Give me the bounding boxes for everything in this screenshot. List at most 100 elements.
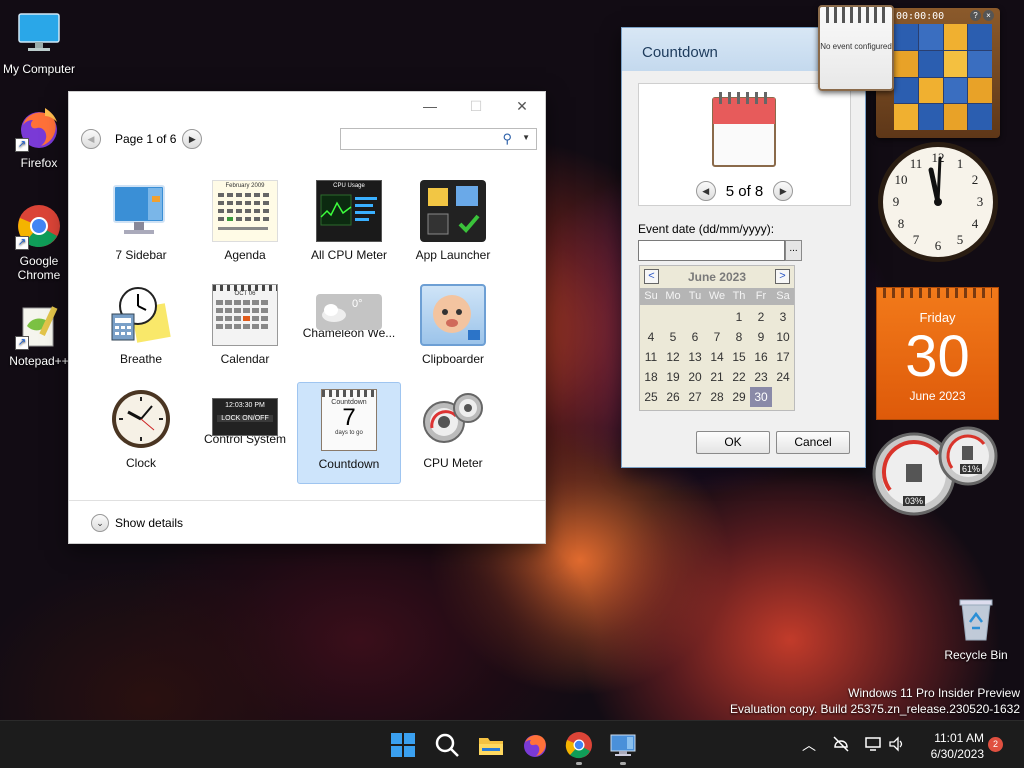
calendar-day[interactable]: 28: [706, 387, 728, 407]
calendar-day[interactable]: 10: [772, 327, 794, 347]
countdown-settings-dialog: Countdown ◀ 5 of 8 ▶ Event date (dd/mm/y…: [621, 27, 866, 468]
countdown-calendar-icon: Countdown 7 days to go: [321, 389, 377, 451]
calendar-day[interactable]: 17: [772, 347, 794, 367]
gadget-search-input[interactable]: ⚲ ▼: [340, 128, 537, 150]
help-icon[interactable]: ?: [970, 10, 981, 21]
calendar-day[interactable]: 21: [706, 367, 728, 387]
calendar-day[interactable]: 30: [750, 387, 772, 407]
close-button[interactable]: ✕: [499, 92, 545, 120]
date-picker-calendar: < June 2023 > Su Mo Tu We Th Fr Sa 1 2 3 4 5 6 7 8 9 10…: [639, 265, 795, 411]
calendar-day[interactable]: 26: [662, 387, 684, 407]
prev-theme-button[interactable]: ◀: [695, 181, 716, 201]
calendar-day[interactable]: 3: [772, 307, 794, 327]
file-explorer-icon[interactable]: [476, 730, 506, 760]
desktop-icon-label: Firefox: [20, 156, 58, 170]
gadget-tile-breathe[interactable]: Breathe: [89, 278, 193, 380]
prev-page-button[interactable]: ◀: [81, 129, 101, 149]
clock-icon: [108, 388, 174, 450]
calendar-day[interactable]: 19: [662, 367, 684, 387]
gadget-tile-clock[interactable]: Clock: [89, 382, 193, 484]
event-date-input[interactable]: [638, 240, 785, 261]
calendar-day[interactable]: 23: [750, 367, 772, 387]
calendar-day[interactable]: 7: [706, 327, 728, 347]
gadget-tile-clipboarder[interactable]: Clipboarder: [401, 278, 505, 380]
search-icon[interactable]: [432, 730, 462, 760]
calendar-day-number: 30: [905, 324, 970, 389]
next-month-button[interactable]: >: [775, 269, 790, 284]
gadgets-app-icon[interactable]: [608, 730, 638, 765]
calendar-day[interactable]: 29: [728, 387, 750, 407]
next-theme-button[interactable]: ▶: [773, 181, 794, 201]
weekday-label: Su: [644, 290, 658, 302]
maximize-button[interactable]: ☐: [453, 92, 499, 120]
gadget-tile-7-sidebar[interactable]: 7 Sidebar: [89, 174, 193, 276]
calendar-day[interactable]: 25: [640, 387, 662, 407]
search-icon[interactable]: ⚲: [502, 131, 512, 147]
calendar-day[interactable]: 16: [750, 347, 772, 367]
calendar-day[interactable]: 18: [640, 367, 662, 387]
calendar-day[interactable]: 22: [728, 367, 750, 387]
display-icon[interactable]: [864, 735, 882, 756]
volume-icon[interactable]: [888, 735, 906, 756]
chevron-down-icon[interactable]: ⌄: [91, 513, 109, 532]
close-icon[interactable]: ×: [983, 10, 994, 21]
chrome-icon[interactable]: [564, 730, 594, 765]
gadget-tile-agenda[interactable]: February 2009 Agenda: [193, 174, 297, 276]
firefox-icon[interactable]: [520, 730, 550, 760]
ok-button[interactable]: OK: [696, 431, 770, 454]
gadget-tile-all-cpu-meter[interactable]: CPU Usage All CPU Meter: [297, 174, 401, 276]
show-details-toggle[interactable]: ⌄ Show details: [69, 500, 545, 544]
chrome-icon: ↗: [15, 202, 63, 250]
calendar-day[interactable]: 27: [684, 387, 706, 407]
desktop-icon-firefox[interactable]: ↗ Firefox: [1, 104, 77, 170]
calendar-day[interactable]: 1: [728, 307, 750, 327]
svg-text:12: 12: [932, 150, 945, 165]
desktop-icon-notepadpp[interactable]: ↗ Notepad++: [1, 302, 77, 368]
start-windows-icon[interactable]: [388, 730, 418, 760]
mini-countdown-text: No event configured: [820, 42, 892, 51]
gadget-tile-control-system[interactable]: 12:03:30 PM LOCK ON/OFF Control System: [193, 382, 297, 484]
desktop-icon-recycle-bin[interactable]: Recycle Bin: [940, 596, 1012, 662]
calendar-day[interactable]: 24: [772, 367, 794, 387]
calendar-day[interactable]: 8: [728, 327, 750, 347]
gadget-label: Breathe: [119, 352, 163, 366]
calendar-day[interactable]: 20: [684, 367, 706, 387]
calendar-day[interactable]: 2: [750, 307, 772, 327]
cpu-meter-gadget[interactable]: 03% 61%: [872, 424, 1002, 520]
mini-countdown-gadget[interactable]: No event configured: [818, 5, 894, 91]
calendar-day[interactable]: 6: [684, 327, 706, 347]
weekday-label: Sa: [776, 290, 790, 302]
calendar-gadget[interactable]: Friday 30 June 2023: [876, 287, 999, 420]
gadget-tile-chameleon-weather[interactable]: 0° Chameleon We...: [297, 278, 401, 380]
cancel-button[interactable]: Cancel: [776, 431, 850, 454]
desktop-icon-my-computer[interactable]: My Computer: [1, 10, 77, 76]
gadget-tile-app-launcher[interactable]: App Launcher: [401, 174, 505, 276]
minimize-button[interactable]: —: [407, 92, 453, 120]
gadget-tile-calendar[interactable]: OCT 06 Calendar: [193, 278, 297, 380]
weather-temp: 0°: [352, 298, 363, 310]
notification-badge[interactable]: 2: [988, 737, 1003, 752]
window-controls: — ☐ ✕: [407, 92, 545, 120]
calendar-day[interactable]: 11: [640, 347, 662, 367]
calendar-header: < June 2023 >: [640, 266, 794, 288]
puzzle-gadget[interactable]: 00:00:00 ? ×: [876, 8, 1000, 138]
calendar-day[interactable]: 5: [662, 327, 684, 347]
calendar-day-empty: [772, 387, 794, 407]
desktop-icon-google-chrome[interactable]: ↗ Google Chrome: [1, 202, 77, 282]
calendar-day[interactable]: 14: [706, 347, 728, 367]
next-page-button[interactable]: ▶: [182, 129, 203, 149]
calendar-day[interactable]: 13: [684, 347, 706, 367]
calendar-day[interactable]: 12: [662, 347, 684, 367]
calendar-day[interactable]: 15: [728, 347, 750, 367]
puzzle-board[interactable]: [894, 24, 992, 130]
clock-gadget[interactable]: 12 1 2 3 4567 8 9 10 11: [876, 140, 1000, 264]
browse-date-button[interactable]: ...: [785, 240, 802, 261]
calendar-day[interactable]: 4: [640, 327, 662, 347]
calendar-day[interactable]: 9: [750, 327, 772, 347]
taskbar-clock[interactable]: 11:01 AM 6/30/2023: [918, 730, 984, 762]
chevron-up-icon[interactable]: ︿: [802, 735, 816, 755]
network-offline-icon[interactable]: [832, 735, 850, 756]
gadget-tile-countdown[interactable]: Countdown 7 days to go Countdown: [297, 382, 401, 484]
chevron-down-icon[interactable]: ▼: [522, 133, 530, 142]
gadget-tile-cpu-meter[interactable]: CPU Meter: [401, 382, 505, 484]
